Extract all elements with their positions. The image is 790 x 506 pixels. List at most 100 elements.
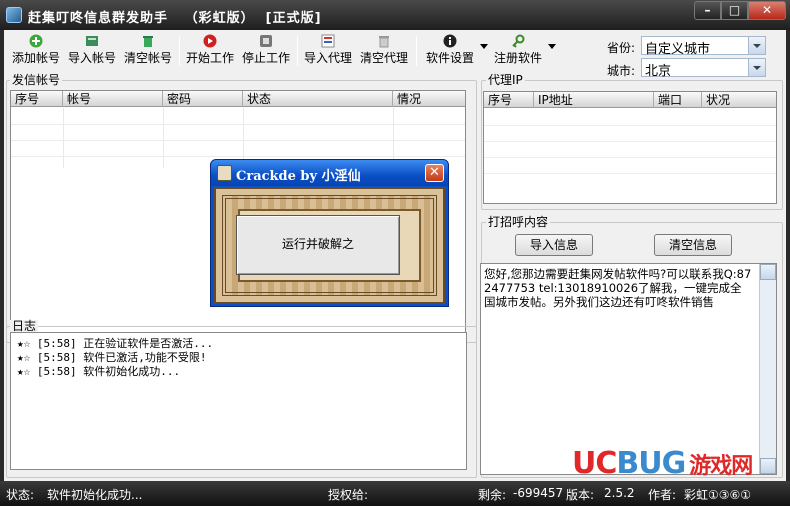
watermark-cn: 游戏网 (689, 454, 753, 479)
log-line: ★☆ [5:58] 软件已激活,功能不受限! (17, 351, 207, 364)
greeting-title: 打招呼内容 (486, 215, 551, 229)
toolbar: 添加帐号 导入帐号 清空帐号 开始工作 停止工作 导入代理 清空代理 软件设置 … (4, 30, 786, 79)
import-account-label: 导入帐号 (67, 51, 116, 65)
dialog-title-bar[interactable]: Crackde by 小淫仙 ✕ (211, 160, 448, 186)
version-value: 2.5.2 (604, 486, 635, 500)
register-software-button[interactable]: 注册软件 (490, 34, 546, 68)
trash-icon (143, 36, 153, 47)
grid-line (63, 108, 64, 168)
grid-line (484, 173, 776, 174)
city-label: 城市: (607, 64, 636, 78)
province-label: 省份: (607, 41, 636, 55)
software-settings-button[interactable]: 软件设置 (422, 34, 478, 68)
toolbar-separator (416, 36, 417, 66)
scroll-up-icon[interactable] (760, 264, 776, 280)
greeting-text: 您好,您那边需要赶集网发帖软件吗?可以联系我Q:872477753 tel:13… (484, 267, 752, 309)
clear-proxy-label: 清空代理 (359, 51, 408, 65)
stop-work-label: 停止工作 (241, 51, 290, 65)
register-software-label: 注册软件 (493, 51, 542, 65)
app-icon (6, 7, 22, 23)
version-label: 版本: (566, 488, 595, 502)
import-proxy-label: 导入代理 (303, 51, 352, 65)
greeting-textarea[interactable]: 您好,您那边需要赶集网发帖软件吗?可以联系我Q:872477753 tel:13… (480, 263, 777, 475)
chevron-down-icon[interactable] (480, 44, 488, 49)
chevron-down-icon[interactable] (748, 59, 765, 76)
column-header[interactable]: 帐号 (63, 91, 163, 107)
log-line: ★☆ [5:58] 正在验证软件是否激活... (17, 337, 214, 350)
run-crack-button[interactable]: 运行并破解之 (236, 215, 400, 275)
watermark-uc: UC (572, 446, 617, 481)
column-header[interactable]: IP地址 (534, 92, 654, 108)
stop-icon (260, 35, 272, 47)
import-account-button[interactable]: 导入帐号 (66, 34, 118, 68)
app-window: 赶集叮咚信息群发助手 （彩虹版） [正式版] – □ ✕ 添加帐号 导入帐号 清… (0, 0, 790, 506)
accounts-title: 发信帐号 (10, 73, 63, 87)
province-select[interactable]: 自定义城市 (641, 36, 766, 57)
ucbug-watermark: UCBUG 游戏网 (572, 446, 753, 481)
add-account-button[interactable]: 添加帐号 (10, 34, 62, 68)
import-account-icon (86, 36, 98, 46)
import-info-button[interactable]: 导入信息 (515, 234, 593, 256)
chevron-down-icon[interactable] (748, 37, 765, 54)
author-value: 彩虹①③⑥① (684, 488, 752, 502)
stop-work-button[interactable]: 停止工作 (240, 34, 292, 68)
grid-line (11, 156, 465, 157)
scroll-down-icon[interactable] (760, 458, 776, 474)
column-header[interactable]: 端口 (654, 92, 702, 108)
import-proxy-button[interactable]: 导入代理 (302, 34, 354, 68)
scrollbar[interactable] (759, 264, 776, 474)
clear-account-button[interactable]: 清空帐号 (122, 34, 174, 68)
add-icon (29, 34, 43, 48)
author-label: 作者: (648, 488, 677, 502)
crack-dialog: Crackde by 小淫仙 ✕ 运行并破解之 (210, 159, 449, 307)
clear-proxy-button[interactable]: 清空代理 (358, 34, 410, 68)
grid-line (163, 108, 164, 168)
dialog-close-button[interactable]: ✕ (425, 164, 444, 182)
key-icon (512, 34, 525, 48)
status-bar: 状态: 软件初始化成功... 授权给: 剩余: -699457 版本: 2.5.… (0, 481, 790, 506)
column-header[interactable]: 密码 (163, 91, 243, 107)
info-icon (443, 34, 457, 48)
toolbar-separator (297, 36, 298, 66)
dialog-body: 运行并破解之 (214, 187, 445, 304)
start-work-label: 开始工作 (185, 51, 234, 65)
clear-proxy-icon (379, 36, 389, 48)
status-value: 软件初始化成功... (47, 488, 143, 502)
title-bar[interactable]: 赶集叮咚信息群发助手 （彩虹版） [正式版] – □ ✕ (0, 0, 790, 30)
proxy-table[interactable]: 序号 IP地址 端口 状况 (483, 91, 777, 204)
dialog-title: Crackde by 小淫仙 (236, 169, 361, 184)
clear-account-label: 清空帐号 (123, 51, 172, 65)
column-header[interactable]: 情况 (393, 91, 465, 107)
column-header[interactable]: 序号 (11, 91, 63, 107)
dialog-icon (217, 165, 232, 181)
column-header[interactable]: 状况 (702, 92, 776, 108)
grid-line (11, 124, 465, 125)
toolbar-separator (179, 36, 180, 66)
log-textarea[interactable]: ★☆ [5:58] 正在验证软件是否激活... ★☆ [5:58] 软件已激活,… (10, 332, 467, 470)
proxy-header: 序号 IP地址 端口 状况 (484, 92, 776, 108)
start-work-button[interactable]: 开始工作 (184, 34, 236, 68)
play-icon (203, 34, 217, 48)
import-proxy-icon (321, 34, 335, 48)
column-header[interactable]: 序号 (484, 92, 534, 108)
watermark-bug: BUG (616, 446, 686, 481)
minimize-button[interactable]: – (694, 1, 721, 20)
remain-value: -699457 (513, 486, 564, 500)
grid-line (484, 125, 776, 126)
log-line: ★☆ [5:58] 软件初始化成功... (17, 365, 181, 378)
accounts-header: 序号 帐号 密码 状态 情况 (11, 91, 465, 107)
auth-label: 授权给: (328, 488, 369, 502)
remain-label: 剩余: (478, 488, 507, 502)
add-account-label: 添加帐号 (11, 51, 60, 65)
column-header[interactable]: 状态 (243, 91, 393, 107)
chevron-down-icon[interactable] (548, 44, 556, 49)
close-icon: ✕ (429, 165, 440, 180)
grid-line (11, 140, 465, 141)
status-label: 状态: (6, 488, 35, 502)
software-settings-label: 软件设置 (425, 51, 474, 65)
close-button[interactable]: ✕ (748, 1, 786, 20)
maximize-button[interactable]: □ (721, 1, 748, 20)
city-select[interactable]: 北京 (641, 58, 766, 79)
clear-info-button[interactable]: 清空信息 (654, 234, 732, 256)
city-value: 北京 (645, 64, 672, 79)
